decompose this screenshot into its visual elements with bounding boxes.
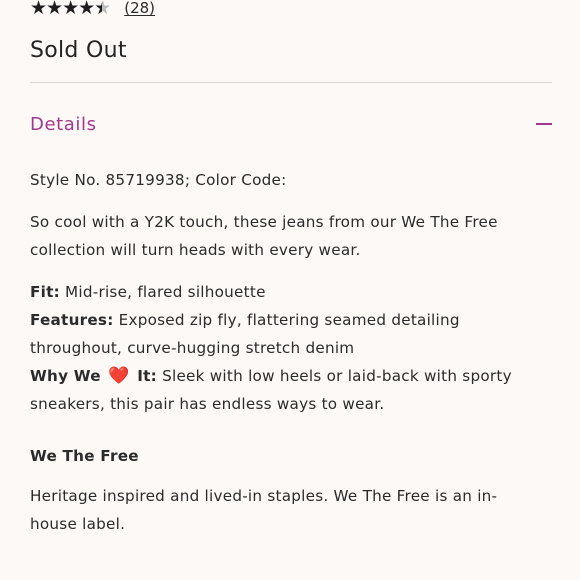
brand-heading: We The Free bbox=[30, 447, 139, 465]
sold-out-status: Sold Out bbox=[30, 38, 127, 63]
details-title: Details bbox=[30, 113, 97, 135]
product-details-page: ★ ★ ★ ★ ★ (28) Sold Out Details Style No… bbox=[0, 0, 580, 580]
minus-icon[interactable] bbox=[536, 123, 552, 125]
feature-list: Fit: Mid-rise, flared silhouette Feature… bbox=[30, 278, 530, 418]
divider bbox=[30, 82, 552, 83]
star-icon: ★ bbox=[46, 0, 63, 19]
features-label: Features: bbox=[30, 311, 114, 329]
fit-label: Fit: bbox=[30, 283, 60, 301]
why-label-before: Why We bbox=[30, 367, 107, 385]
why-label-after: It: bbox=[131, 367, 158, 385]
style-number: Style No. 85719938; Color Code: bbox=[30, 171, 287, 189]
details-content: Style No. 85719938; Color Code: So cool … bbox=[30, 166, 530, 538]
features-line: Features: Exposed zip fly, flattering se… bbox=[30, 306, 530, 362]
rating-row: ★ ★ ★ ★ ★ (28) bbox=[30, 0, 155, 20]
star-icon: ★ bbox=[30, 0, 47, 19]
fit-value: Mid-rise, flared silhouette bbox=[59, 283, 266, 301]
star-icon: ★ bbox=[78, 0, 95, 19]
brand-description: Heritage inspired and lived-in staples. … bbox=[30, 487, 498, 533]
why-we-love-it-line: Why We ❤️ It: Sleek with low heels or la… bbox=[30, 362, 530, 418]
fit-line: Fit: Mid-rise, flared silhouette bbox=[30, 278, 530, 306]
review-count-link[interactable]: (28) bbox=[124, 0, 155, 17]
details-accordion-toggle[interactable]: Details bbox=[30, 110, 552, 138]
half-star-icon: ★ bbox=[94, 0, 111, 19]
heart-icon: ❤️ bbox=[108, 366, 130, 386]
star-rating: ★ ★ ★ ★ ★ bbox=[30, 0, 111, 19]
product-description: So cool with a Y2K touch, these jeans fr… bbox=[30, 213, 498, 259]
star-icon: ★ bbox=[62, 0, 79, 19]
